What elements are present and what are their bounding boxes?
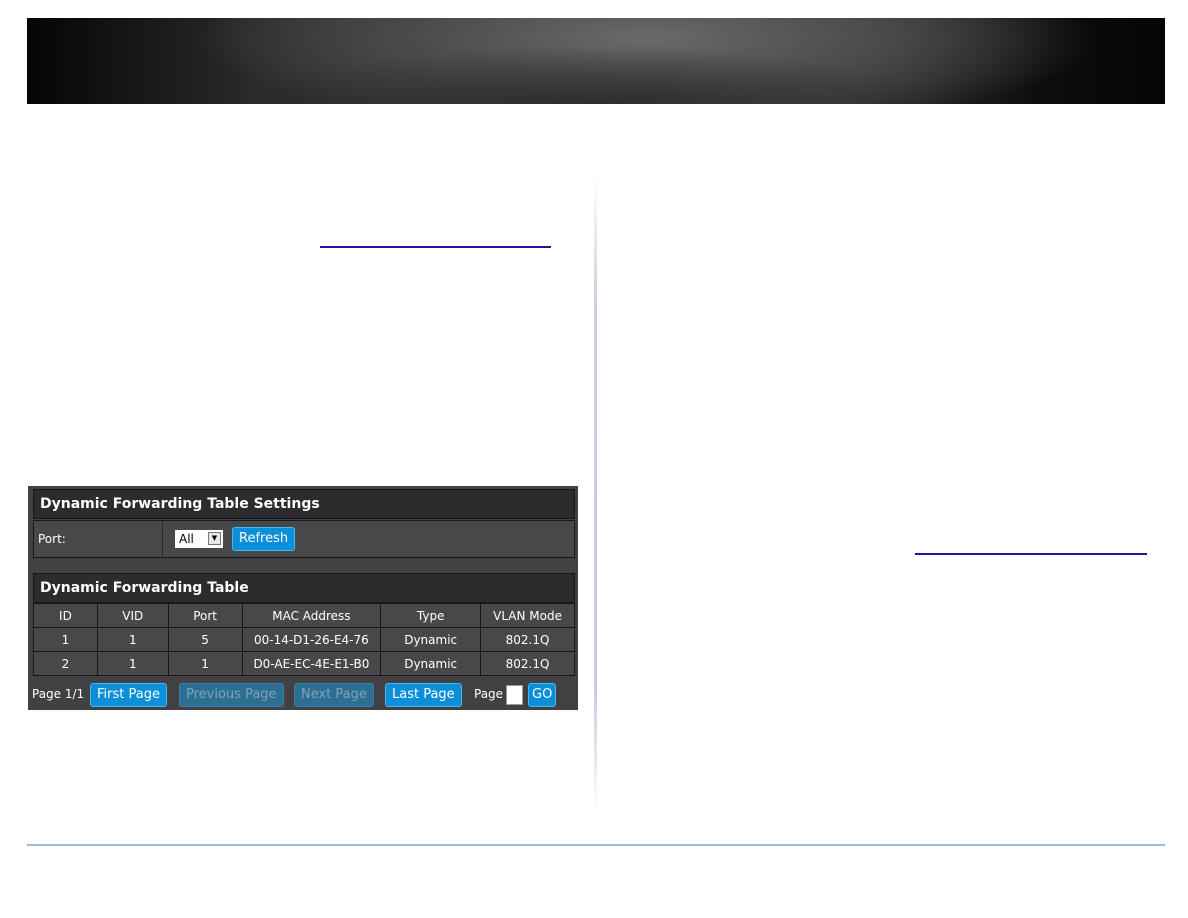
first-page-button[interactable]: First Page <box>90 683 167 707</box>
footer-rule <box>27 844 1165 846</box>
cell-id: 1 <box>33 627 98 652</box>
port-select[interactable]: All ▼ <box>175 530 223 548</box>
cell-vlan-mode: 802.1Q <box>480 627 575 652</box>
cell-vlan-mode: 802.1Q <box>480 651 575 676</box>
cell-vid: 1 <box>96 627 169 652</box>
table-section-title: Dynamic Forwarding Table <box>33 573 575 603</box>
column-header-vlan-mode: VLAN Mode <box>480 603 575 628</box>
table-row: 2 1 1 D0-AE-EC-4E-E1-B0 Dynamic 802.1Q <box>33 651 575 676</box>
cell-vid: 1 <box>96 651 169 676</box>
port-settings-row: Port: All ▼ <box>33 520 575 558</box>
previous-page-button[interactable]: Previous Page <box>179 683 284 707</box>
cell-port: 5 <box>167 627 243 652</box>
table-header-row: ID VID Port MAC Address Type VLAN Mode <box>33 603 575 628</box>
column-header-mac: MAC Address <box>241 603 382 628</box>
port-select-value: All <box>179 532 194 546</box>
cell-id: 2 <box>33 651 98 676</box>
column-header-type: Type <box>380 603 482 628</box>
page-label: Page <box>474 687 504 701</box>
cell-mac: D0-AE-EC-4E-E1-B0 <box>241 651 382 676</box>
column-header-vid: VID <box>96 603 169 628</box>
column-header-id: ID <box>33 603 98 628</box>
table-row: 1 1 5 00-14-D1-26-E4-76 Dynamic 802.1Q <box>33 627 575 652</box>
chevron-down-icon[interactable]: ▼ <box>208 532 221 545</box>
refresh-button[interactable]: Refresh <box>232 527 296 551</box>
go-button[interactable]: GO <box>528 683 557 707</box>
cell-port: 1 <box>167 651 243 676</box>
page-status: Page 1/1 <box>32 687 85 701</box>
column-header-port: Port <box>167 603 243 628</box>
settings-section-title: Dynamic Forwarding Table Settings <box>33 489 575 519</box>
page-number-input[interactable] <box>506 685 523 705</box>
cell-mac: 00-14-D1-26-E4-76 <box>241 627 382 652</box>
port-label: Port: <box>38 532 66 546</box>
cell-type: Dynamic <box>380 651 482 676</box>
hyperlink-underline[interactable] <box>320 246 551 248</box>
forwarding-table: ID VID Port MAC Address Type VLAN Mode 1… <box>33 603 575 676</box>
last-page-button[interactable]: Last Page <box>385 683 462 707</box>
header-banner <box>27 18 1165 104</box>
column-divider <box>594 175 597 815</box>
pagination-bar: Page 1/1 First Page Previous Page Next P… <box>28 682 578 708</box>
dynamic-forwarding-panel: Dynamic Forwarding Table Settings Port: … <box>28 486 578 710</box>
hyperlink-underline[interactable] <box>915 553 1147 555</box>
cell-divider <box>162 521 163 557</box>
next-page-button[interactable]: Next Page <box>294 683 374 707</box>
cell-type: Dynamic <box>380 627 482 652</box>
